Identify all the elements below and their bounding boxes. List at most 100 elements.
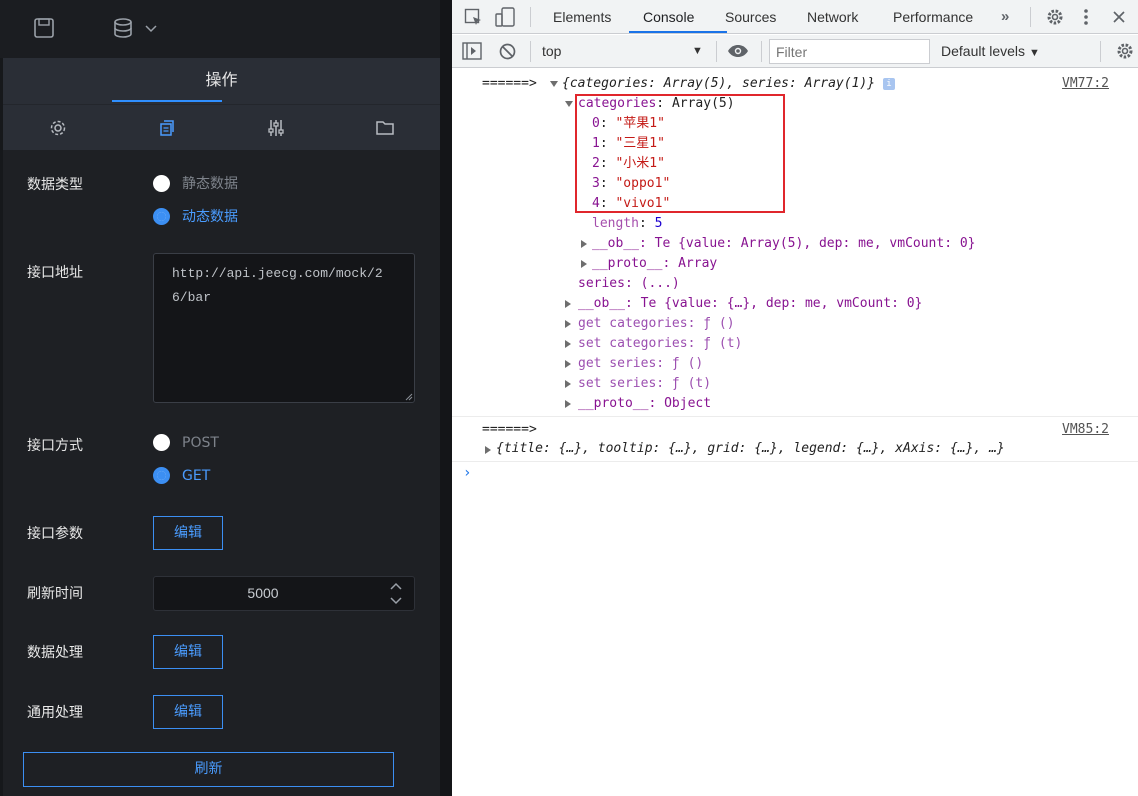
divider <box>761 41 762 62</box>
tab-performance[interactable]: Performance <box>893 0 973 34</box>
expand-arrow-icon[interactable] <box>581 260 587 268</box>
divider <box>1100 41 1101 62</box>
source-link[interactable]: VM77:2 <box>1062 74 1109 94</box>
tab-console[interactable]: Console <box>643 0 694 34</box>
sidebar-toggle-icon[interactable] <box>462 42 482 65</box>
context-dropdown-icon[interactable]: ▼ <box>692 35 703 68</box>
highlight-box <box>575 94 785 213</box>
expand-arrow-icon[interactable] <box>565 101 573 107</box>
message-divider <box>452 416 1138 417</box>
api-url-textarea[interactable]: http://api.jeecg.com/mock/26/bar <box>153 253 415 403</box>
log-object-summary[interactable]: {title: {…}, tooltip: {…}, grid: {…}, le… <box>496 439 1005 459</box>
radio-get[interactable]: GET <box>153 467 210 484</box>
log-levels-dropdown[interactable]: Default levels ▼ <box>941 35 1040 68</box>
data-type-label: 数据类型 <box>27 177 83 193</box>
refresh-interval-label: 刷新时间 <box>27 586 83 602</box>
refresh-button[interactable]: 刷新 <box>23 752 394 787</box>
tab-settings[interactable] <box>3 105 112 151</box>
radio-circle[interactable] <box>153 207 170 225</box>
radio-circle[interactable] <box>153 434 170 451</box>
edit-api-params-button[interactable]: 编辑 <box>153 516 223 550</box>
refresh-interval-stepper[interactable]: 5000 <box>153 576 415 611</box>
property-value: 5 <box>654 216 663 231</box>
getter-categories-row[interactable]: get categories: ƒ () <box>578 314 735 334</box>
radio-label: POST <box>182 434 219 451</box>
more-tabs-icon[interactable]: » <box>1001 8 1009 25</box>
ob-row-2[interactable]: __ob__: Te {value: {…}, dep: me, vmCount… <box>578 294 922 314</box>
tab-elements[interactable]: Elements <box>553 0 611 34</box>
folder-icon <box>375 121 394 135</box>
expand-arrow-icon[interactable] <box>550 81 558 87</box>
gear-icon <box>50 120 65 136</box>
divider <box>530 41 531 62</box>
api-method-label: 接口方式 <box>27 438 83 454</box>
panel-title-underline <box>112 100 222 102</box>
panel-right-edge <box>440 0 452 796</box>
divider <box>530 7 531 27</box>
settings-gear-icon[interactable] <box>1045 7 1065 32</box>
panel-toolbar <box>0 0 440 58</box>
expand-arrow-icon[interactable] <box>581 240 587 248</box>
chevron-down-icon[interactable] <box>145 21 157 39</box>
active-tab-underline <box>629 31 727 33</box>
log-prefix: ======> <box>482 76 537 91</box>
setter-categories-row[interactable]: set categories: ƒ (t) <box>578 334 742 354</box>
getter-series-row[interactable]: get series: ƒ () <box>578 354 703 374</box>
inspect-element-icon[interactable] <box>464 8 484 33</box>
save-icon[interactable] <box>33 17 55 44</box>
edit-general-processing-button[interactable]: 编辑 <box>153 695 223 729</box>
expand-arrow-icon[interactable] <box>565 360 571 368</box>
divider <box>1030 7 1031 27</box>
expand-arrow-icon[interactable] <box>565 300 571 308</box>
setter-series-row[interactable]: set series: ƒ (t) <box>578 374 711 394</box>
expand-arrow-icon[interactable] <box>565 320 571 328</box>
filter-input[interactable] <box>769 39 930 64</box>
expand-arrow-icon[interactable] <box>485 446 491 454</box>
panel-title[interactable]: 操作 <box>3 58 440 102</box>
console-settings-icon[interactable] <box>1115 41 1135 66</box>
tab-data[interactable] <box>112 105 221 151</box>
device-toolbar-icon[interactable] <box>495 7 517 32</box>
radio-dynamic-data[interactable]: 动态数据 <box>153 206 238 226</box>
tab-network[interactable]: Network <box>807 0 858 34</box>
expand-arrow-icon[interactable] <box>565 400 571 408</box>
tab-adjust[interactable] <box>221 105 330 151</box>
increment-icon[interactable] <box>390 582 402 593</box>
panel-header: 操作 <box>3 58 440 104</box>
property-key: length <box>592 216 639 231</box>
series-row[interactable]: series: (...) <box>578 274 680 294</box>
resize-handle-icon[interactable] <box>403 391 413 401</box>
decrement-icon[interactable] <box>390 597 402 608</box>
clear-console-icon[interactable] <box>499 43 516 65</box>
data-processing-label: 数据处理 <box>27 645 83 661</box>
expand-arrow-icon[interactable] <box>565 340 571 348</box>
message-divider <box>452 461 1138 462</box>
info-icon[interactable]: i <box>882 78 895 90</box>
console-output: ======> {categories: Array(5), series: A… <box>452 69 1138 796</box>
kebab-menu-icon[interactable] <box>1083 8 1089 31</box>
proto-object-row[interactable]: __proto__: Object <box>578 394 711 414</box>
tab-sources[interactable]: Sources <box>725 0 776 34</box>
summary-text: {categories: Array(5), series: Array(1)} <box>562 76 876 91</box>
refresh-interval-value[interactable]: 5000 <box>154 577 372 610</box>
proto-row[interactable]: __proto__: Array <box>592 254 717 274</box>
expand-arrow-icon[interactable] <box>565 380 571 388</box>
tab-folder[interactable] <box>330 105 439 151</box>
console-prompt[interactable]: › <box>463 465 471 481</box>
edit-data-processing-button[interactable]: 编辑 <box>153 635 223 669</box>
log-object-summary[interactable]: {categories: Array(5), series: Array(1)}… <box>562 74 895 94</box>
source-link[interactable]: VM85:2 <box>1062 420 1109 440</box>
database-icon[interactable] <box>112 17 134 44</box>
log-levels-label: Default levels <box>941 43 1026 59</box>
sliders-icon <box>267 120 284 136</box>
eye-icon[interactable] <box>727 44 749 63</box>
radio-post[interactable]: POST <box>153 434 219 451</box>
context-selector[interactable]: top <box>542 35 561 68</box>
radio-circle[interactable] <box>153 467 170 484</box>
radio-circle[interactable] <box>153 174 170 192</box>
ob-row[interactable]: __ob__: Te {value: Array(5), dep: me, vm… <box>592 234 976 254</box>
panel-tabs <box>3 104 440 150</box>
close-icon[interactable] <box>1112 10 1126 29</box>
radio-label: GET <box>182 467 211 484</box>
radio-static-data[interactable]: 静态数据 <box>153 173 238 193</box>
